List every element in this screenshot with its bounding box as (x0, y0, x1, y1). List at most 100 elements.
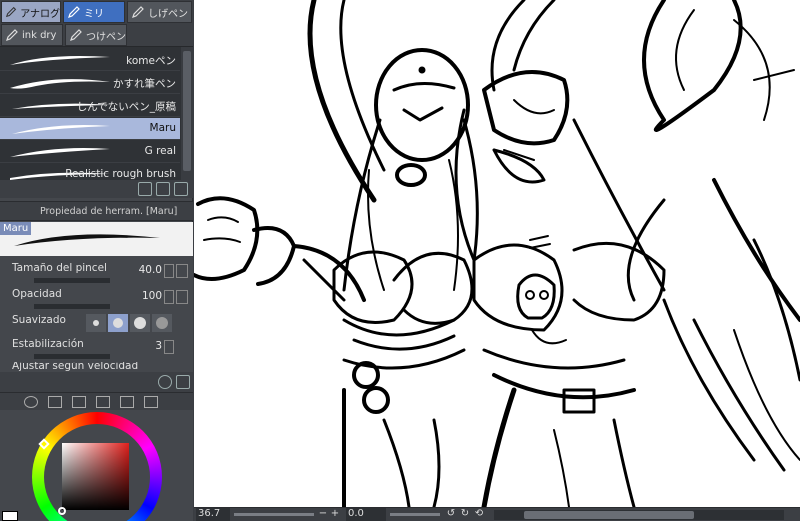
tab-analog-label: アナログ (20, 8, 60, 20)
zoom-slider[interactable] (234, 513, 314, 516)
tool-property-header: Propiedad de herram. [Maru] (0, 201, 193, 221)
intermediate-color-tab[interactable] (96, 396, 110, 408)
rotation-field[interactable]: 0.0 (346, 508, 386, 521)
reset-rotation-icon[interactable]: ⟲ (474, 509, 484, 519)
tab-analog[interactable]: アナログ (1, 1, 61, 23)
brush-item-g-real[interactable]: G real (0, 141, 180, 163)
canvas-status-bar: 36.7 − + 0.0 ↺ ↻ ⟲ (194, 507, 800, 521)
pencil-icon (5, 6, 17, 18)
color-marker[interactable] (58, 507, 66, 515)
tab-ink-dry[interactable]: ink dry (1, 24, 63, 46)
import-icon[interactable] (138, 182, 152, 196)
adjust-speed-label: Ajustar según velocidad (12, 362, 139, 372)
brush-size-slider[interactable] (34, 278, 110, 283)
brush-name: komeペン (126, 55, 176, 67)
settings-icon[interactable] (158, 375, 172, 389)
brush-name: Realistic rough brush (65, 168, 176, 180)
smoothing-soft[interactable] (108, 314, 128, 332)
tool-property-footer (0, 372, 193, 392)
scroll-thumb[interactable] (183, 51, 191, 171)
color-set-tab[interactable] (72, 396, 86, 408)
horizontal-scrollbar[interactable] (494, 510, 784, 520)
brush-list: komeペン かすれ筆ペン しんでないペン_原稿 Maru G real Rea… (0, 46, 193, 198)
tab-mili-label: ミリ (84, 8, 104, 20)
tab-ink-dry-label: ink dry (22, 29, 57, 41)
brush-list-scrollbar[interactable] (181, 47, 193, 198)
tab-mili[interactable]: ミリ (63, 1, 125, 23)
tab-shige-pen-label: しげペン (148, 8, 188, 20)
opacity-row: Opacidad 100 (12, 288, 188, 312)
color-wheel-panel (0, 410, 193, 521)
preview-stroke (14, 234, 160, 246)
stabilization-label: Estabilización (12, 338, 84, 350)
brush-preview: Maru (0, 222, 193, 256)
stabilization-stepper[interactable] (164, 340, 174, 354)
size-stepper[interactable] (164, 264, 174, 278)
opacity-link-icon[interactable] (176, 290, 188, 304)
brush-stroke-preview (10, 79, 110, 89)
left-panel: アナログ ミリ しげペン ink dry つけペン komeペン かすれ筆ペン … (0, 0, 193, 521)
duplicate-icon[interactable] (156, 182, 170, 196)
brush-name: Maru (149, 122, 176, 134)
tab-tsuke-pen-label: つけペン (86, 31, 126, 43)
brush-item-shindenai[interactable]: しんでないペン_原稿 (0, 95, 180, 117)
stabilization-row: Estabilización 3 (12, 338, 182, 362)
smoothing-none[interactable] (86, 314, 106, 332)
zoom-in-icon[interactable]: + (330, 509, 340, 519)
color-slider-tab[interactable] (48, 396, 62, 408)
brush-item-maru[interactable]: Maru (0, 118, 180, 140)
foreground-color-swatch[interactable] (2, 511, 18, 521)
brush-stroke-preview (12, 125, 110, 134)
pen-icon (70, 29, 82, 41)
stabilization-slider[interactable] (34, 354, 110, 359)
zoom-field[interactable]: 36.7 (196, 508, 230, 521)
zoom-out-icon[interactable]: − (318, 509, 328, 519)
clip-studio-window: アナログ ミリ しげペン ink dry つけペン komeペン かすれ筆ペン … (0, 0, 800, 521)
preview-brush-name: Maru (0, 222, 32, 235)
color-wheel-tab[interactable] (24, 396, 38, 408)
line-art (194, 0, 800, 507)
approx-color-tab[interactable] (120, 396, 134, 408)
brush-list-toolbar (0, 180, 193, 198)
sub-tool-tabs: アナログ ミリ しげペン ink dry つけペン (0, 0, 193, 46)
pen-icon (132, 6, 144, 18)
pen-icon (68, 6, 80, 18)
rotation-slider[interactable] (390, 513, 440, 516)
brush-name: かすれ筆ペン (113, 78, 176, 90)
tool-property-panel: Maru Tamaño del pincel 40.0 Opacidad 100… (0, 222, 193, 372)
smoothing-row: Suavizado (12, 314, 182, 338)
horizontal-scroll-thumb[interactable] (524, 511, 694, 519)
saturation-value-square[interactable] (62, 443, 129, 510)
brush-size-row: Tamaño del pincel 40.0 (12, 262, 188, 286)
opacity-slider[interactable] (34, 304, 110, 309)
opacity-label: Opacidad (12, 288, 62, 300)
tab-tsuke-pen[interactable]: つけペン (65, 24, 127, 46)
rotate-left-icon[interactable]: ↺ (446, 509, 456, 519)
tab-shige-pen[interactable]: しげペン (127, 1, 192, 23)
size-link-icon[interactable] (176, 264, 188, 278)
brush-item-kome[interactable]: komeペン (0, 49, 180, 71)
adjust-speed-row: Ajustar según velocidad (12, 362, 182, 372)
trash-icon[interactable] (174, 182, 188, 196)
brush-size-label: Tamaño del pincel (12, 262, 107, 274)
wrench-icon[interactable] (176, 375, 190, 389)
color-history-tab[interactable] (144, 396, 158, 408)
rotate-right-icon[interactable]: ↻ (460, 509, 470, 519)
smoothing-medium[interactable] (130, 314, 150, 332)
brush-stroke-preview (10, 148, 110, 157)
smoothing-strong[interactable] (152, 314, 172, 332)
stabilization-value[interactable]: 3 (155, 340, 162, 352)
smoothing-label: Suavizado (12, 314, 66, 326)
drawing-canvas[interactable] (194, 0, 800, 507)
smoothing-options (86, 314, 172, 332)
pen-icon (6, 29, 18, 41)
brush-name: しんでないペン_原稿 (76, 101, 176, 113)
opacity-value[interactable]: 100 (142, 290, 162, 302)
brush-stroke-preview (10, 56, 110, 65)
tool-property-title: Propiedad de herram. [Maru] (40, 205, 178, 217)
brush-size-value[interactable]: 40.0 (139, 264, 162, 276)
opacity-stepper[interactable] (164, 290, 174, 304)
brush-item-kasure[interactable]: かすれ筆ペン (0, 72, 180, 94)
color-panel-tabs (0, 392, 193, 410)
brush-name: G real (144, 145, 176, 157)
